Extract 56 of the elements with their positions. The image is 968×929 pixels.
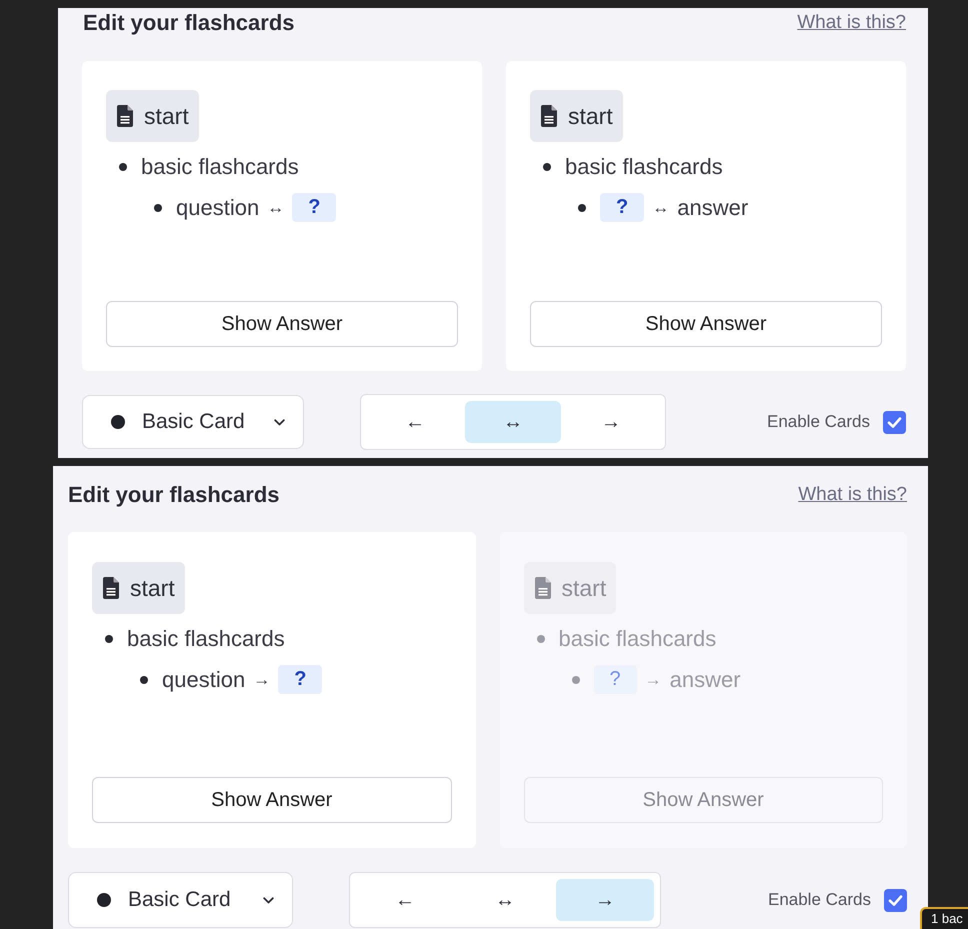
answer-blank: ? bbox=[278, 665, 322, 694]
file-icon bbox=[117, 105, 133, 127]
answer-blank: ? bbox=[292, 193, 336, 222]
answer-blank: ? bbox=[600, 193, 644, 222]
heading-text: start bbox=[568, 102, 613, 131]
dot-icon bbox=[111, 415, 125, 429]
file-icon bbox=[541, 105, 557, 127]
enable-label: Enable Cards bbox=[766, 411, 870, 434]
bullet-icon bbox=[119, 162, 127, 170]
card-type-dropdown[interactable]: Basic Card bbox=[68, 872, 293, 928]
direction-option[interactable]: ← bbox=[356, 879, 454, 921]
direction-arrow: → bbox=[253, 668, 270, 691]
direction-arrow: ↔ bbox=[267, 196, 284, 219]
bullet-icon bbox=[578, 204, 586, 212]
bullet-icon bbox=[154, 204, 162, 212]
direction-option[interactable]: → bbox=[556, 879, 654, 921]
answer-blank: ? bbox=[594, 665, 637, 694]
file-icon bbox=[103, 577, 119, 599]
list-text: basic flashcards bbox=[565, 153, 723, 181]
direction-arrow: → bbox=[644, 668, 662, 691]
status-badge: 1 bac bbox=[920, 907, 968, 929]
heading-text: start bbox=[562, 574, 606, 603]
bullet-icon bbox=[572, 676, 580, 684]
enable-checkbox[interactable] bbox=[883, 410, 906, 434]
panel-title: Edit your flashcards bbox=[68, 481, 280, 509]
help-link[interactable]: What is this? bbox=[798, 483, 907, 507]
list-text: question bbox=[176, 194, 260, 222]
bullet-icon bbox=[543, 162, 551, 170]
list-text: answer bbox=[670, 666, 741, 694]
direction-option[interactable]: ↔ bbox=[465, 401, 561, 443]
dot-icon bbox=[97, 893, 111, 907]
enable-checkbox[interactable] bbox=[884, 888, 907, 912]
enable-label: Enable Cards bbox=[768, 889, 871, 912]
file-icon bbox=[534, 577, 550, 599]
direction-option[interactable]: ↔ bbox=[456, 879, 554, 921]
list-text: question bbox=[162, 666, 246, 694]
bullet-icon bbox=[140, 676, 148, 684]
chevron-down-icon bbox=[274, 418, 285, 426]
show-answer-button[interactable]: Show Answer bbox=[106, 301, 458, 347]
bullet-icon bbox=[536, 634, 544, 642]
heading-text: start bbox=[144, 102, 189, 131]
panel-title: Edit your flashcards bbox=[83, 9, 295, 37]
list-text: basic flashcards bbox=[558, 625, 716, 653]
bullet-icon bbox=[105, 634, 113, 642]
card-type-dropdown[interactable]: Basic Card bbox=[82, 395, 304, 449]
direction-arrow: ↔ bbox=[652, 196, 670, 219]
show-answer-button[interactable]: Show Answer bbox=[92, 777, 452, 823]
direction-option[interactable]: ← bbox=[367, 401, 463, 443]
show-answer-button[interactable]: Show Answer bbox=[530, 301, 882, 347]
help-link[interactable]: What is this? bbox=[797, 11, 906, 35]
direction-option[interactable]: → bbox=[563, 401, 659, 443]
list-text: basic flashcards bbox=[141, 153, 299, 181]
list-text: answer bbox=[677, 194, 748, 222]
list-text: basic flashcards bbox=[127, 625, 285, 653]
chevron-down-icon bbox=[263, 896, 274, 904]
heading-text: start bbox=[130, 574, 175, 603]
